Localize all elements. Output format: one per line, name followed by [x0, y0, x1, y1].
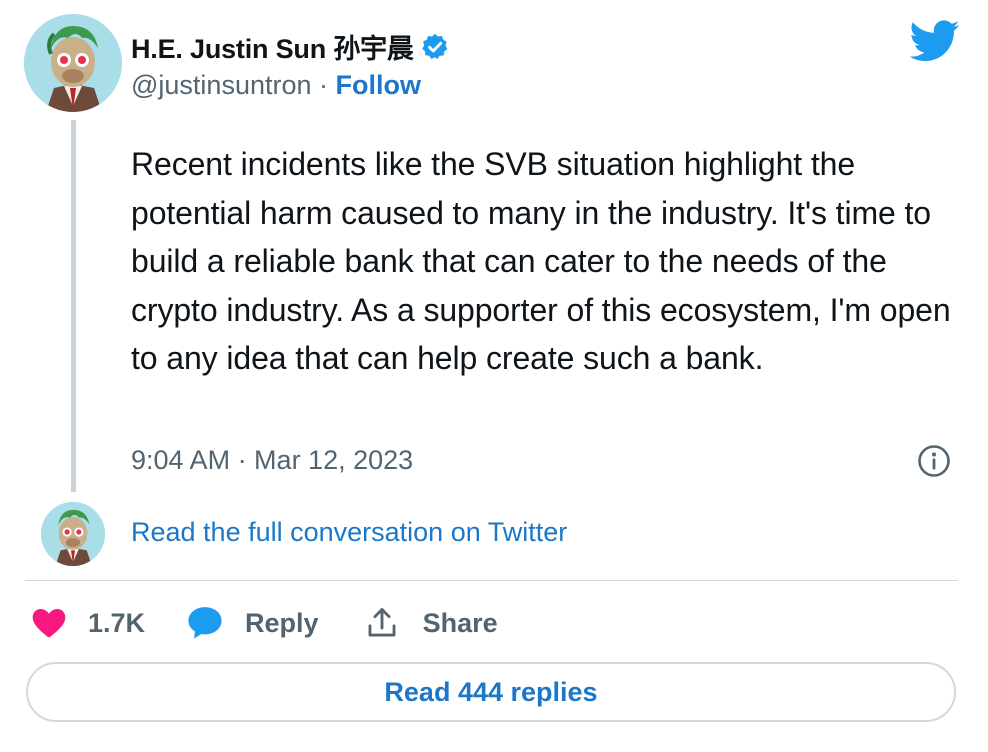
- like-count: 1.7K: [88, 607, 146, 638]
- divider: [25, 580, 958, 581]
- share-button[interactable]: Share: [365, 606, 498, 640]
- action-bar: 1.7K Reply Share: [32, 603, 498, 643]
- share-upload-icon: [365, 606, 399, 640]
- speech-bubble-icon: [187, 606, 223, 640]
- author-avatar[interactable]: [24, 14, 122, 112]
- reply-label: Reply: [245, 607, 319, 638]
- read-replies-label: Read 444 replies: [384, 676, 598, 707]
- conversation-avatar[interactable]: [41, 502, 105, 566]
- follow-link[interactable]: Follow: [336, 70, 421, 100]
- author-display-name[interactable]: H.E. Justin Sun 孙宇晨: [131, 27, 414, 66]
- read-full-conversation-link[interactable]: Read the full conversation on Twitter: [131, 517, 567, 548]
- author-handle-row: @justinsuntron · Follow: [131, 70, 421, 101]
- read-replies-button[interactable]: Read 444 replies: [26, 662, 956, 722]
- author-name-row: H.E. Justin Sun 孙宇晨: [131, 27, 450, 66]
- twitter-bird-icon[interactable]: [909, 20, 960, 62]
- heart-icon: [32, 608, 66, 638]
- share-label: Share: [422, 607, 498, 638]
- like-button[interactable]: 1.7K: [32, 608, 145, 639]
- author-handle[interactable]: @justinsuntron: [131, 70, 312, 100]
- reply-button[interactable]: Reply: [187, 606, 319, 640]
- thread-connector-line: [71, 120, 76, 492]
- verified-badge-icon: [420, 32, 450, 62]
- tweet-text: Recent incidents like the SVB situation …: [131, 146, 951, 376]
- handle-separator: ·: [311, 70, 336, 100]
- info-icon[interactable]: [917, 444, 951, 478]
- tweet-timestamp[interactable]: 9:04 AM · Mar 12, 2023: [131, 445, 413, 476]
